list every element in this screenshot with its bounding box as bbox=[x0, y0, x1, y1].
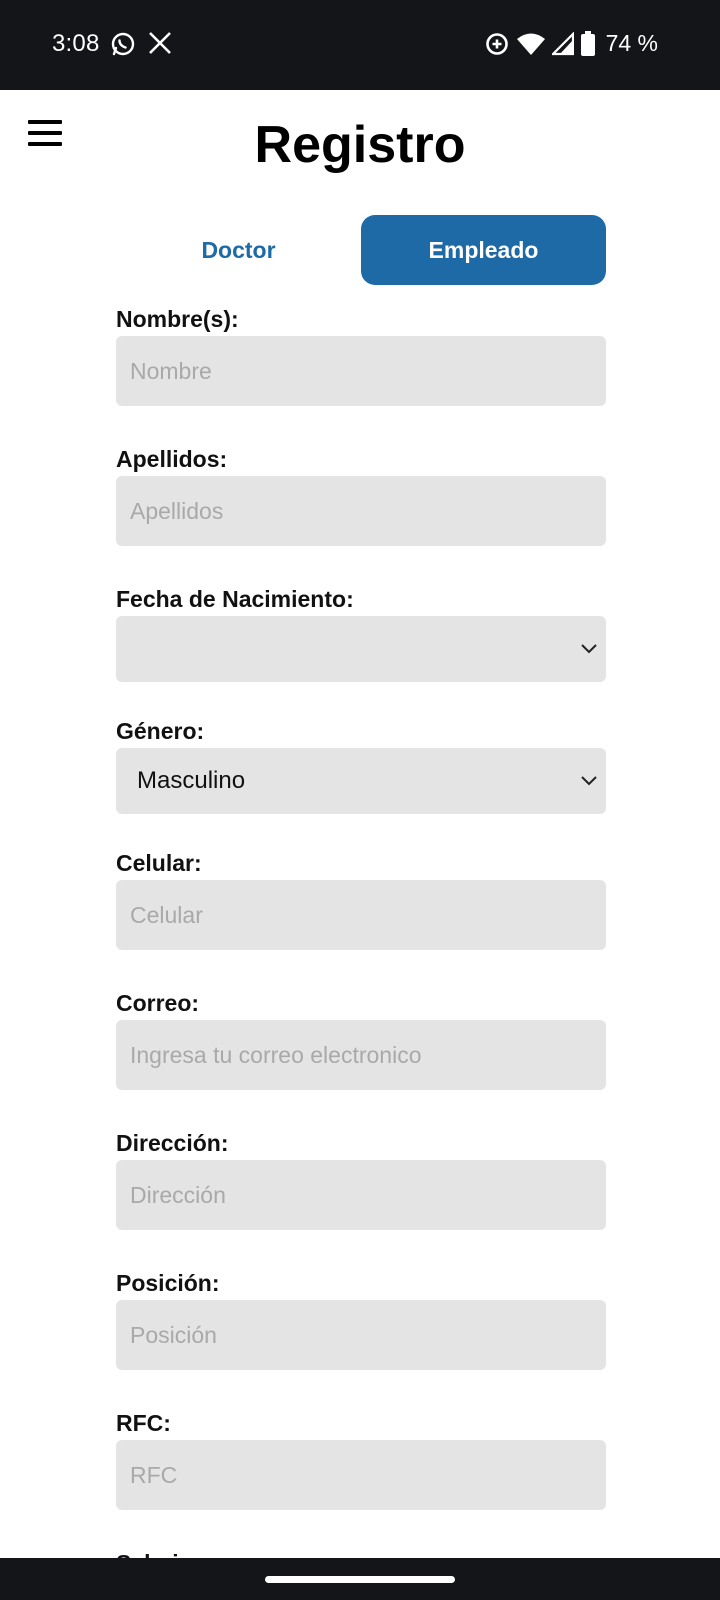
posicion-input[interactable]: Posición bbox=[116, 1300, 606, 1370]
data-saver-icon bbox=[485, 32, 508, 55]
nombre-input[interactable]: Nombre bbox=[116, 336, 606, 406]
rfc-input[interactable]: RFC bbox=[116, 1440, 606, 1510]
navigation-bar bbox=[0, 1558, 720, 1600]
battery-icon bbox=[580, 30, 595, 56]
tab-doctor[interactable]: Doctor bbox=[116, 215, 361, 285]
field-posicion: Posición: Posición bbox=[116, 1266, 606, 1370]
registro-screen: Registro Doctor Empleado Nombre(s): Nomb… bbox=[0, 90, 720, 1558]
direccion-label: Dirección: bbox=[116, 1130, 229, 1156]
whatsapp-icon bbox=[111, 32, 135, 56]
apellidos-input[interactable]: Apellidos bbox=[116, 476, 606, 546]
field-salario: Salario: bbox=[116, 1546, 606, 1558]
notification-icons bbox=[110, 31, 172, 57]
genero-select[interactable]: Masculino bbox=[116, 748, 606, 814]
posicion-label: Posición: bbox=[116, 1270, 220, 1296]
field-correo: Correo: Ingresa tu correo electronico bbox=[116, 986, 606, 1090]
field-nombre: Nombre(s): Nombre bbox=[116, 302, 606, 406]
celular-label: Celular: bbox=[116, 850, 202, 876]
chevron-down-icon bbox=[581, 644, 597, 654]
role-tabs: Doctor Empleado bbox=[116, 215, 606, 285]
status-bar: 3:08 74 % bbox=[0, 0, 720, 90]
registration-form: Nombre(s): Nombre Apellidos: Apellidos F… bbox=[116, 302, 606, 1558]
signal-icon bbox=[551, 31, 574, 55]
status-time: 3:08 bbox=[52, 30, 100, 57]
fecha-label: Fecha de Nacimiento: bbox=[116, 586, 354, 612]
field-celular: Celular: Celular bbox=[116, 846, 606, 950]
field-direccion: Dirección: Dirección bbox=[116, 1126, 606, 1230]
x-icon bbox=[149, 32, 171, 54]
rfc-label: RFC: bbox=[116, 1410, 171, 1436]
genero-value: Masculino bbox=[137, 767, 246, 794]
battery-percentage: 74 % bbox=[605, 30, 658, 56]
page-title: Registro bbox=[254, 116, 466, 174]
field-rfc: RFC: RFC bbox=[116, 1406, 606, 1510]
salario-label: Salario: bbox=[116, 1546, 606, 1558]
apellidos-label: Apellidos: bbox=[116, 446, 228, 472]
chevron-down-icon bbox=[581, 776, 597, 786]
tab-empleado[interactable]: Empleado bbox=[361, 215, 606, 285]
system-icons: 74 % bbox=[484, 30, 658, 57]
celular-input[interactable]: Celular bbox=[116, 880, 606, 950]
correo-input[interactable]: Ingresa tu correo electronico bbox=[116, 1020, 606, 1090]
direccion-input[interactable]: Dirección bbox=[116, 1160, 606, 1230]
correo-label: Correo: bbox=[116, 990, 200, 1016]
nombre-label: Nombre(s): bbox=[116, 306, 239, 332]
genero-label: Género: bbox=[116, 718, 205, 744]
field-genero: Género: Masculino bbox=[116, 714, 606, 814]
field-fecha-nacimiento: Fecha de Nacimiento: bbox=[116, 582, 606, 682]
wifi-icon bbox=[516, 33, 545, 55]
fecha-nacimiento-picker[interactable] bbox=[116, 616, 606, 682]
field-apellidos: Apellidos: Apellidos bbox=[116, 442, 606, 546]
home-gesture-handle[interactable] bbox=[265, 1576, 455, 1583]
